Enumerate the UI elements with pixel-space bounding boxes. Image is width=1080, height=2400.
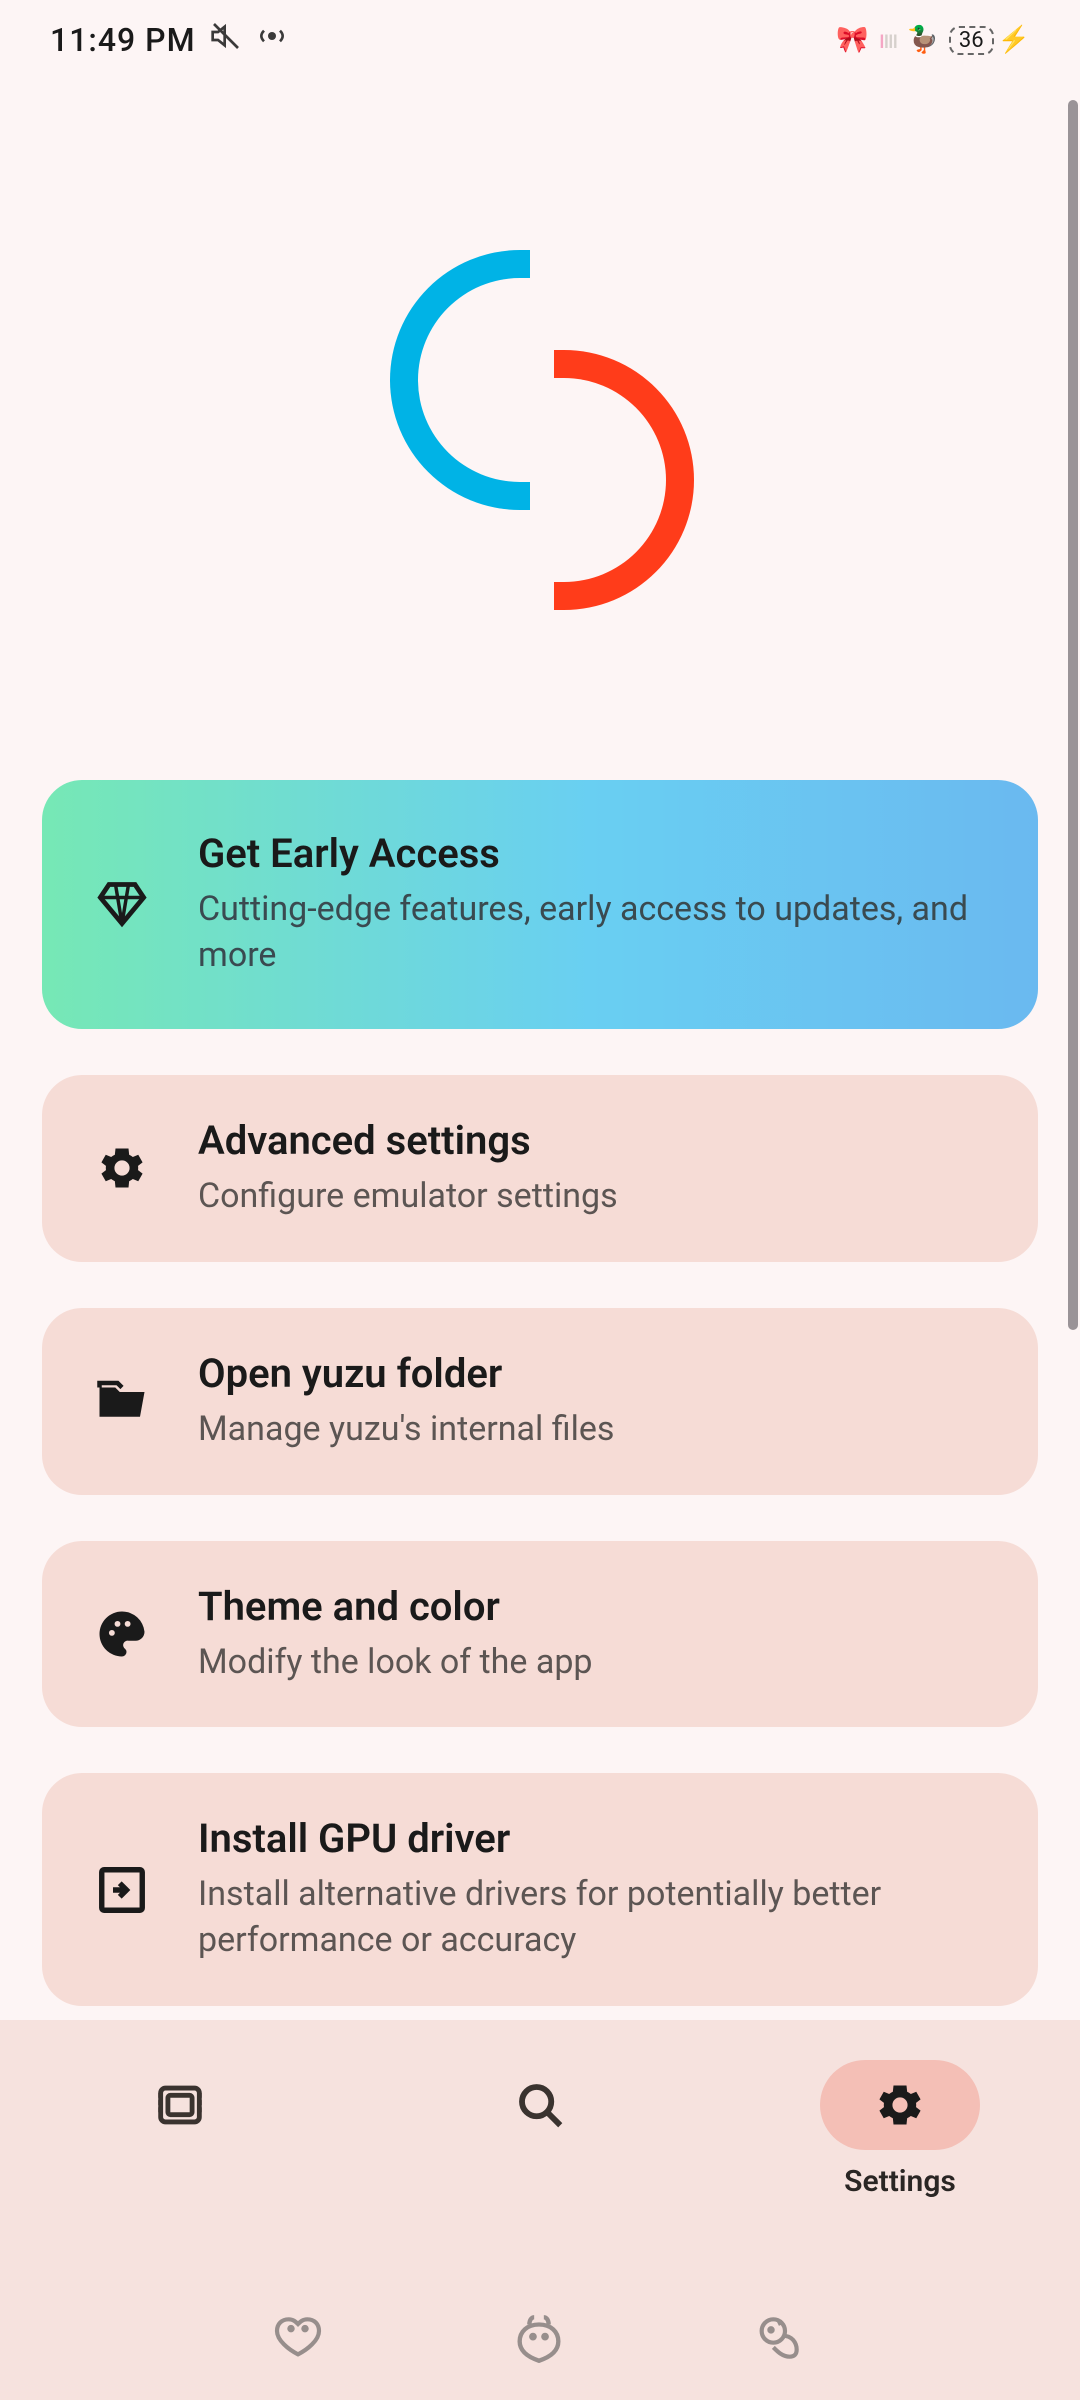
- charging-icon: ⚡: [998, 25, 1030, 55]
- card-text: Advanced settings Configure emulator set…: [198, 1117, 988, 1220]
- logo-right-half: [554, 350, 694, 610]
- bottom-area: Games Search Settings: [0, 2020, 1080, 2400]
- bottom-nav: Games Search Settings: [0, 2020, 1080, 2280]
- card-early-access[interactable]: Get Early Access Cutting-edge features, …: [42, 780, 1038, 1029]
- card-text: Install GPU driver Install alternative d…: [198, 1815, 988, 1964]
- system-back-button[interactable]: [750, 2310, 810, 2370]
- card-subtitle: Configure emulator settings: [198, 1174, 988, 1220]
- folder-icon: [92, 1371, 152, 1431]
- nav-item-settings[interactable]: Settings: [722, 2060, 1078, 2199]
- app-logo-area: [0, 80, 1080, 780]
- system-nav: [0, 2280, 1080, 2400]
- nav-label: Settings: [844, 2164, 956, 2199]
- status-right: 🎀 ıııı 🦆 36 ⚡: [836, 25, 1030, 55]
- card-theme-color[interactable]: Theme and color Modify the look of the a…: [42, 1541, 1038, 1728]
- palette-icon: [92, 1604, 152, 1664]
- cartridge-icon: [100, 2060, 260, 2150]
- signal-icon: ıııı: [879, 25, 897, 55]
- card-open-folder[interactable]: Open yuzu folder Manage yuzu's internal …: [42, 1308, 1038, 1495]
- card-text: Get Early Access Cutting-edge features, …: [198, 830, 988, 979]
- card-text: Theme and color Modify the look of the a…: [198, 1583, 988, 1686]
- nav-item-search[interactable]: Search: [362, 2060, 718, 2199]
- card-title: Theme and color: [198, 1583, 988, 1630]
- battery-pct: 36: [949, 26, 994, 55]
- card-title: Advanced settings: [198, 1117, 988, 1164]
- status-bar: 11:49 PM 🎀 ıııı 🦆 36 ⚡: [0, 0, 1080, 80]
- card-subtitle: Cutting-edge features, early access to u…: [198, 887, 988, 979]
- card-subtitle: Manage yuzu's internal files: [198, 1407, 988, 1453]
- system-recents-button[interactable]: [270, 2310, 330, 2370]
- card-advanced-settings[interactable]: Advanced settings Configure emulator set…: [42, 1075, 1038, 1262]
- hotspot-icon: [256, 20, 288, 60]
- status-time: 11:49 PM: [50, 21, 196, 59]
- deco-duck-icon: 🦆: [907, 25, 939, 55]
- mute-icon: [210, 20, 242, 60]
- yuzu-logo: [380, 250, 700, 610]
- status-left: 11:49 PM: [50, 20, 288, 60]
- battery-indicator: 36 ⚡: [949, 25, 1030, 55]
- card-subtitle: Install alternative drivers for potentia…: [198, 1872, 988, 1964]
- nav-item-games[interactable]: Games: [2, 2060, 358, 2199]
- card-text: Open yuzu folder Manage yuzu's internal …: [198, 1350, 988, 1453]
- card-title: Get Early Access: [198, 830, 988, 877]
- install-icon: [92, 1860, 152, 1920]
- card-title: Install GPU driver: [198, 1815, 988, 1862]
- gear-icon: [820, 2060, 980, 2150]
- gear-icon: [92, 1138, 152, 1198]
- card-title: Open yuzu folder: [198, 1350, 988, 1397]
- deco-bow-icon: 🎀: [836, 25, 868, 55]
- card-install-gpu-driver[interactable]: Install GPU driver Install alternative d…: [42, 1773, 1038, 2006]
- diamond-icon: [92, 874, 152, 934]
- scrollbar-thumb[interactable]: [1068, 100, 1078, 1330]
- logo-left-half: [390, 250, 530, 510]
- card-subtitle: Modify the look of the app: [198, 1640, 988, 1686]
- system-home-button[interactable]: [510, 2310, 570, 2370]
- search-icon: [460, 2060, 620, 2150]
- settings-card-list: Get Early Access Cutting-edge features, …: [0, 780, 1080, 2006]
